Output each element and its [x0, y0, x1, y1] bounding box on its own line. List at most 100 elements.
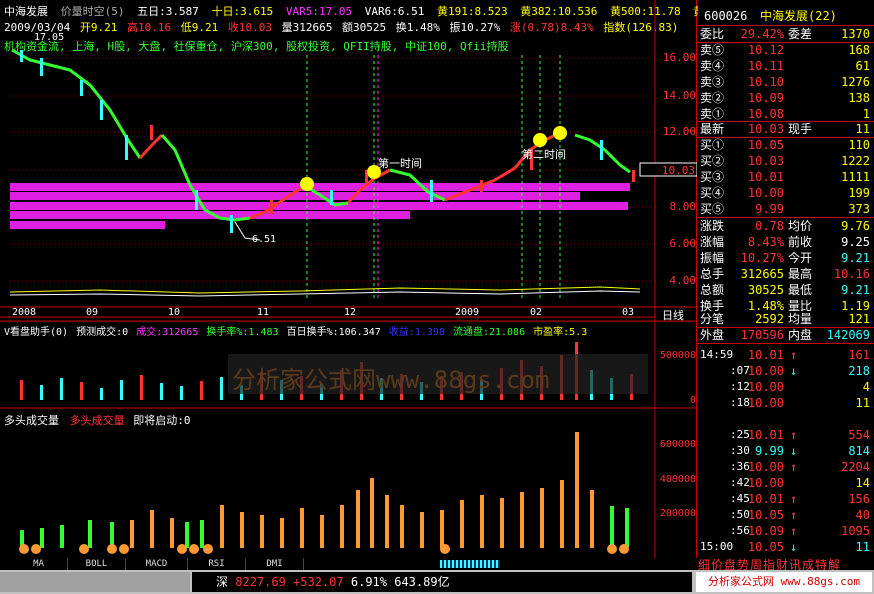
weibi-label: 委比 [700, 27, 725, 41]
bull-volume-bars [20, 432, 629, 548]
stat-value: 9.21 [841, 251, 870, 265]
buy-volume: 110 [848, 138, 870, 152]
tick-price: 9.99 [755, 444, 784, 458]
tick-direction: ↑ [790, 348, 798, 362]
tick-price: 10.00 [747, 460, 784, 474]
chart-area[interactable]: 中海发展 价量时空(5) 五日:3.587 十日:3.615 VAR5:17.0… [0, 0, 718, 558]
period-label[interactable]: 日线 [662, 307, 684, 323]
current-price-label: 10.03 [661, 164, 695, 177]
price-axis-label: 12.00 [662, 125, 696, 138]
panel2-name: V看盘助手(0) [4, 327, 69, 338]
stat-label: 分笔 [700, 312, 725, 326]
panel2-profit: 收益:1.398 [388, 327, 445, 338]
index-name: 深 [216, 575, 229, 589]
buy-row: 买① 10.05 110 [698, 137, 874, 153]
buy-row: 买② 10.03 1222 [698, 153, 874, 169]
panel2-float: 流通盘:21.086 [452, 327, 526, 338]
index-ticker[interactable]: 深 8227.69 +532.07 6.91% 643.89亿 [192, 572, 692, 592]
quote-bottom-tabs[interactable]: 细价盘势周指财讯成特解 [698, 556, 874, 572]
buy-label: 买④ [700, 186, 725, 200]
weibi-value: 29.42% [740, 27, 784, 41]
tick-direction: ↑ [790, 428, 798, 442]
watermark: 分析家公式网www.88gs.com [232, 366, 550, 394]
date-label: 2008 [12, 307, 37, 318]
waipan-value: 170596 [740, 328, 784, 342]
tick-row: :12 10.00 4 [698, 379, 874, 395]
tick-row: :42 10.00 14 [698, 475, 874, 491]
tick-row: 14:59 10.01 ↑ 161 [698, 347, 874, 363]
tick-price: 10.00 [747, 364, 784, 378]
index-percent: 6.91% [350, 575, 387, 589]
buy-volume: 373 [848, 202, 870, 216]
xianshou-label: 现手 [788, 122, 813, 136]
tab-rsi[interactable]: RSI [188, 558, 246, 570]
low-annotation: 6.51 [252, 234, 277, 245]
tick-row: 15:00 10.05 ↓ 11 [698, 539, 874, 555]
tick-direction: ↓ [790, 540, 798, 554]
sell-label: 卖③ [700, 75, 725, 89]
scrollbar[interactable] [440, 560, 500, 568]
tab-boll[interactable]: BOLL [68, 558, 126, 570]
buy-volume: 199 [848, 186, 870, 200]
panel2-pe: 市盈率:5.3 [533, 327, 588, 338]
stat-value: 8.43% [747, 235, 784, 249]
price-axis-label: 8.00 [669, 200, 697, 213]
sell-price: 10.10 [747, 75, 784, 89]
tick-row: :30 9.99 ↓ 814 [698, 443, 874, 459]
tick-volume: 11 [855, 396, 870, 410]
panel3-axis-label: 200000 [659, 508, 696, 519]
neipan-label: 内盘 [788, 328, 813, 342]
status-left [0, 572, 190, 592]
stat-label: 总手 [700, 267, 725, 281]
stat-label: 振幅 [700, 251, 725, 265]
stat-label: 涨跌 [700, 219, 725, 233]
tick-price: 10.09 [747, 524, 784, 538]
stat-row: 总手 312665 最高 10.16 [698, 266, 874, 282]
tick-price: 10.05 [747, 508, 784, 522]
second-time-annotation: 第二时间 [522, 148, 566, 161]
tick-direction: ↓ [790, 444, 798, 458]
stat-row: 振幅 10.27% 今开 9.21 [698, 250, 874, 266]
latest-price: 10.03 [747, 122, 784, 136]
first-time-annotation: 第一时间 [378, 157, 422, 170]
tick-row: :25 10.01 ↑ 554 [698, 427, 874, 443]
stat-row: 分笔 2592 均量 121 [698, 311, 874, 327]
tick-volume: 554 [848, 428, 870, 442]
panel2-vol: 成交:312665 [136, 327, 199, 338]
panel2-axis-label: 500000 [659, 350, 696, 361]
stat-value: 9.25 [841, 235, 870, 249]
sell-volume: 1 [862, 107, 870, 121]
tick-time: 14:59 [700, 348, 734, 361]
inout-row: 外盘 170596 内盘 142069 [698, 327, 874, 343]
tick-row: :56 10.09 ↑ 1095 [698, 523, 874, 539]
panel2-pred: 预测成交:0 [76, 327, 129, 338]
tab-ma[interactable]: MA [10, 558, 68, 570]
panel2-axis-label: 0 [689, 395, 696, 406]
tick-volume: 814 [848, 444, 870, 458]
tab-macd[interactable]: MACD [126, 558, 188, 570]
sell-volume: 138 [848, 91, 870, 105]
tick-price: 10.01 [747, 348, 784, 362]
date-label: 12 [344, 307, 357, 318]
latest-row: 最新 10.03 现手 11 [698, 121, 874, 137]
stat-value: 312665 [740, 267, 784, 281]
sell-row: 卖④ 10.11 61 [698, 58, 874, 74]
weicha-value: 1370 [841, 27, 870, 41]
latest-label: 最新 [700, 122, 725, 136]
buy-label: 买⑤ [700, 202, 725, 216]
tab-dmi[interactable]: DMI [246, 558, 304, 570]
tick-price: 10.00 [747, 476, 784, 490]
weibi-row: 委比 29.42% 委差 1370 [698, 26, 874, 42]
stat-value: 30525 [747, 283, 784, 297]
tick-row: :36 10.00 ↑ 2204 [698, 459, 874, 475]
stat-value: 9.21 [841, 283, 870, 297]
panel3-axis-label: 400000 [659, 474, 696, 485]
sell-label: 卖① [700, 107, 725, 121]
index-amount: 643.89亿 [394, 575, 450, 589]
stat-label: 最低 [788, 283, 813, 297]
tick-price: 10.00 [747, 396, 784, 410]
buy-price: 9.99 [755, 202, 784, 216]
buy-row: 买⑤ 9.99 373 [698, 201, 874, 217]
sell-label: 卖② [700, 91, 725, 105]
date-label: 11 [257, 307, 270, 318]
